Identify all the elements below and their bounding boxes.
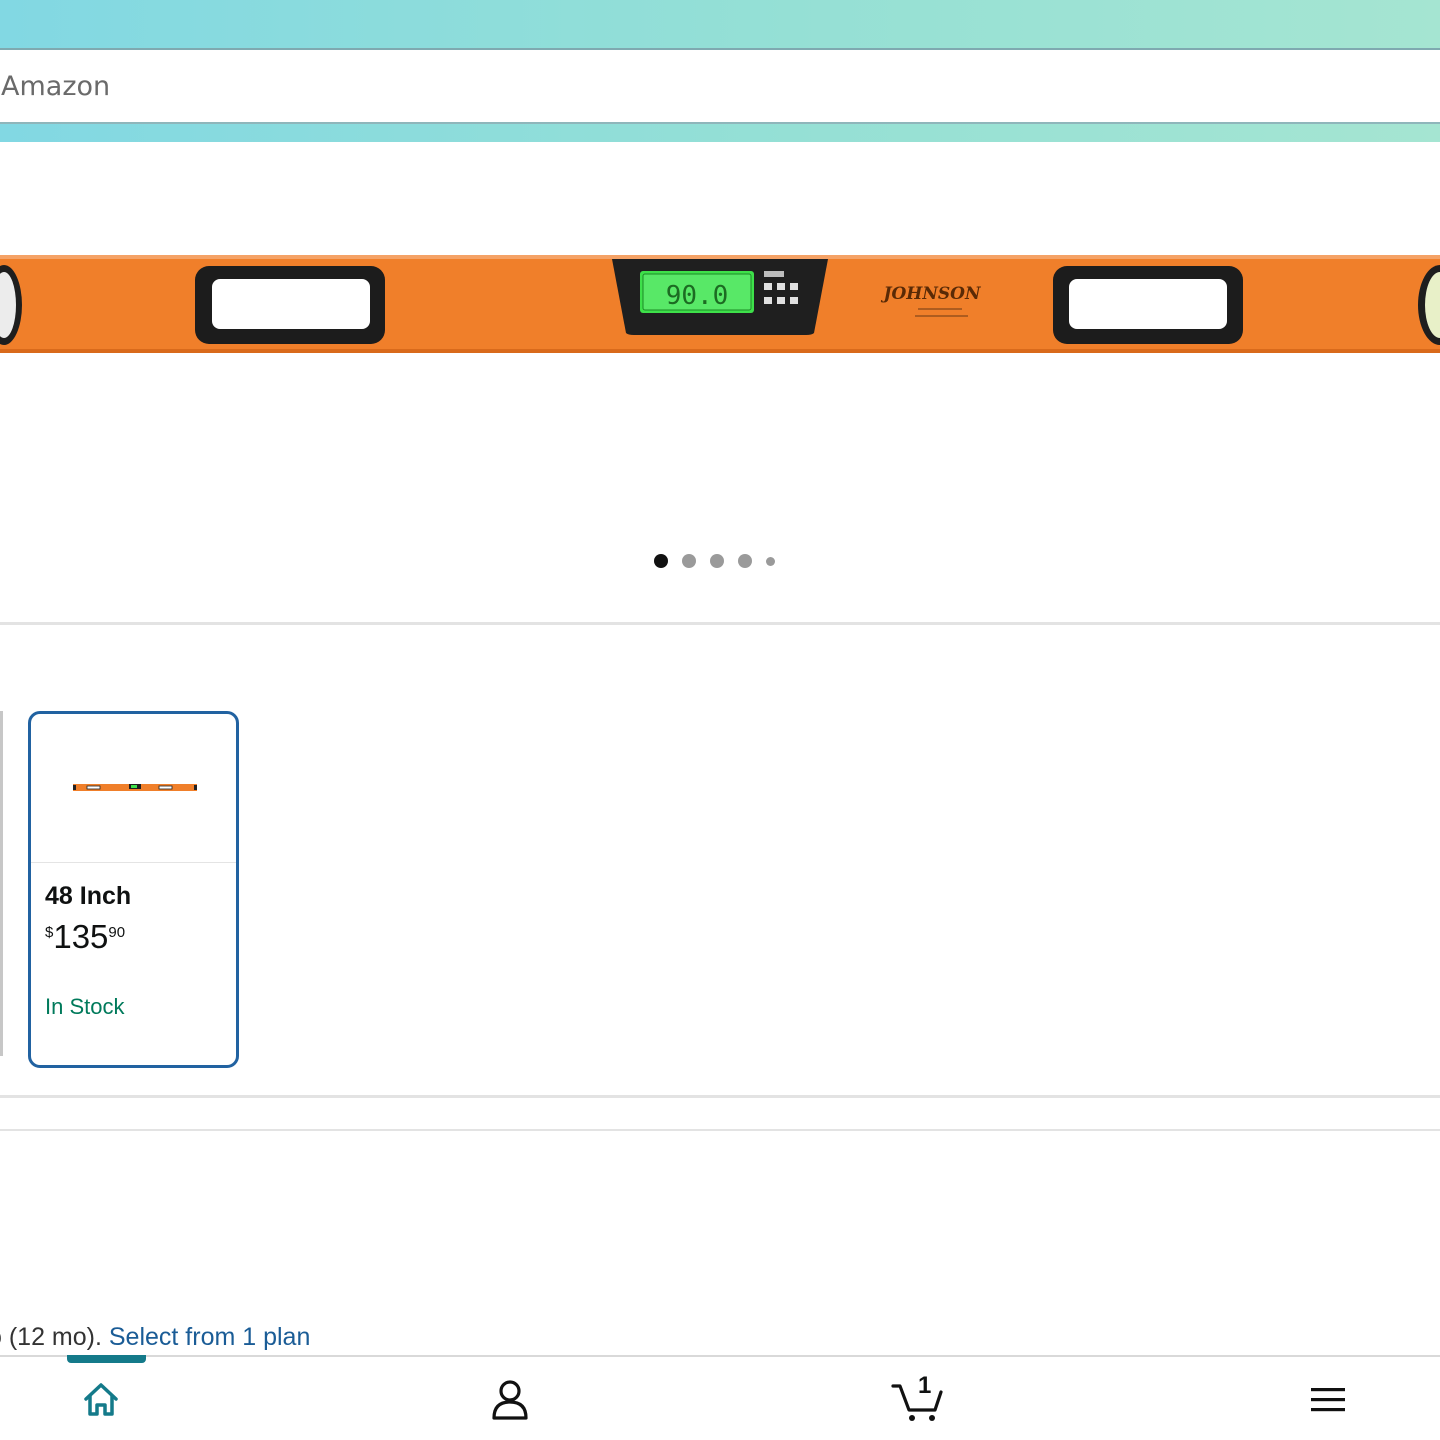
search-bar[interactable] — [0, 48, 1440, 124]
nav-account[interactable] — [480, 1375, 540, 1425]
carousel-dot-3[interactable] — [710, 554, 724, 568]
variant-name: 48 Inch — [45, 882, 132, 910]
bottom-navigation — [0, 1355, 1440, 1440]
carousel-dots[interactable] — [654, 552, 775, 570]
section-divider — [0, 622, 1440, 625]
brand-mark: JOHNSON — [880, 284, 982, 304]
variant-card-selected[interactable]: 48 Inch $13590 In Stock — [28, 711, 239, 1068]
variant-thumbnail — [31, 784, 236, 863]
previous-variant-card-edge[interactable] — [0, 711, 3, 1056]
protection-plan-line: o (12 mo). Select from 1 plan — [0, 1323, 310, 1352]
nav-menu[interactable] — [1298, 1375, 1358, 1425]
carousel-dot-5[interactable] — [766, 556, 775, 566]
nav-home[interactable] — [71, 1375, 131, 1425]
carousel-dot-4[interactable] — [738, 554, 752, 568]
menu-icon — [1311, 1388, 1345, 1412]
lcd-reading: 90.0 — [666, 281, 729, 311]
section-divider — [0, 1095, 1440, 1098]
carousel-dot-1[interactable] — [654, 554, 668, 568]
product-image[interactable]: 90.0 JOHNSON — [0, 253, 1440, 357]
stock-status: In Stock — [45, 994, 125, 1019]
price-fraction: 90 — [108, 924, 126, 941]
price-symbol: $ — [45, 924, 54, 941]
protection-plan-text: o (12 mo). — [0, 1323, 109, 1351]
carousel-dot-2[interactable] — [682, 554, 696, 568]
home-icon — [84, 1383, 118, 1416]
search-input[interactable] — [0, 50, 1440, 122]
select-plan-link[interactable]: Select from 1 plan — [109, 1323, 311, 1351]
cart-count-badge: 1 — [918, 1372, 932, 1399]
section-divider — [0, 1129, 1440, 1131]
price-whole: 135 — [53, 918, 109, 955]
variant-price: $13590 — [45, 918, 125, 956]
active-tab-indicator — [67, 1355, 146, 1363]
account-icon — [492, 1380, 528, 1420]
product-image-gallery[interactable] — [0, 142, 1440, 622]
